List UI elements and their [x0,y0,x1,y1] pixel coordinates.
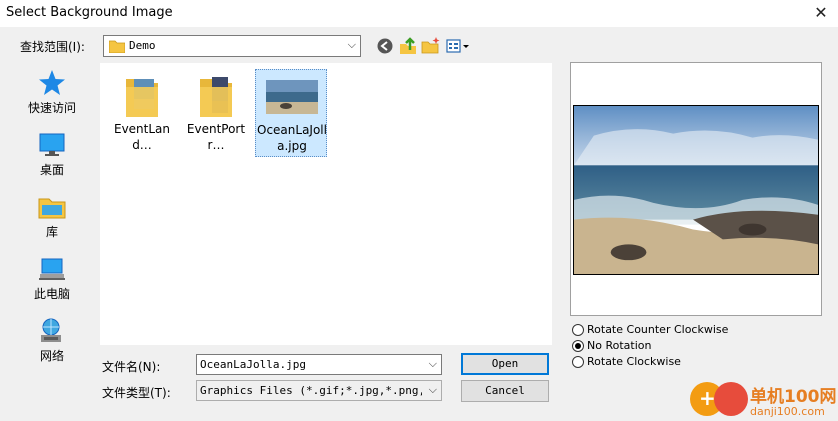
computer-icon [39,258,65,280]
filetype-select[interactable]: Graphics Files (*.gif;*.jpg,*.png,*.t ⌵ [196,380,442,401]
file-name: EventPortr… [186,122,246,152]
image-thumbnail [266,80,318,114]
radio-label: Rotate Counter Clockwise [587,323,729,336]
chevron-down-icon: ⌵ [347,38,356,51]
preview-image [573,105,819,275]
chevron-down-icon[interactable]: ⌵ [429,383,437,397]
back-icon[interactable] [375,36,395,56]
library-icon [38,198,66,219]
radio-rotate-cw[interactable]: Rotate Clockwise [572,354,681,369]
file-item[interactable]: EventPortr… [180,69,252,157]
up-folder-icon[interactable] [398,36,418,56]
filename-value: OceanLaJolla.jpg [200,358,306,371]
watermark-url: danji100.com [750,405,825,418]
portrait-folder-icon [200,77,232,117]
file-list[interactable]: EventLand… EventPortr… OceanLaJolla.jpg [100,63,552,345]
radio-button[interactable] [572,355,584,368]
plus-icon: + [699,386,716,410]
open-button[interactable]: Open [461,353,549,375]
file-name: EventLand… [113,122,171,152]
place-library[interactable]: 库 [8,187,96,245]
file-item[interactable]: EventLand… [106,69,178,157]
radio-rotate-ccw[interactable]: Rotate Counter Clockwise [572,322,728,337]
landscape-folder-icon [126,79,158,117]
place-label: 此电脑 [33,287,70,301]
preview-panel [570,62,822,316]
place-desktop[interactable]: 桌面 [8,125,96,183]
lookin-label: 查找范围(I): [20,40,85,54]
radio-no-rotation[interactable]: No Rotation [572,338,651,353]
window-title: Select Background Image [6,5,173,20]
place-label: 库 [45,225,58,239]
view-menu-icon[interactable] [445,36,471,56]
close-icon[interactable]: ✕ [810,2,832,24]
filetype-value: Graphics Files (*.gif;*.jpg,*.png,*.t [200,384,422,397]
folder-icon [109,40,125,53]
radio-label: No Rotation [587,339,652,352]
chevron-down-icon[interactable]: ⌵ [429,357,437,371]
star-icon [39,70,65,95]
place-label: 快速访问 [27,101,76,115]
places-bar: 快速访问 桌面 库 此电脑 网络 [8,63,96,373]
title-bar: Select Background Image ✕ [0,0,838,27]
place-label: 桌面 [39,163,64,177]
place-network[interactable]: 网络 [8,311,96,369]
place-quick-access[interactable]: 快速访问 [8,63,96,121]
file-item-selected[interactable]: OceanLaJolla.jpg [255,69,327,157]
desktop-icon [39,133,65,156]
radio-label: Rotate Clockwise [587,355,681,368]
lookin-value: Demo [129,39,156,52]
filename-label: 文件名(N): [102,360,161,374]
file-name: OceanLaJolla.jpg [257,123,327,153]
watermark-text: 单机100网 [750,387,837,407]
new-folder-icon[interactable] [421,36,441,56]
place-label: 网络 [39,349,64,363]
filetype-label: 文件类型(T): [102,386,171,400]
lookin-combo[interactable]: Demo ⌵ [103,35,361,57]
network-icon [41,318,61,342]
filename-field[interactable]: OceanLaJolla.jpg ⌵ [196,354,442,375]
watermark-logo: + 单机100网 danji100.com [690,378,838,421]
cancel-button[interactable]: Cancel [461,380,549,402]
radio-button[interactable] [572,323,584,336]
logo-circle [714,382,748,416]
radio-button-checked[interactable] [572,339,584,352]
place-this-pc[interactable]: 此电脑 [8,249,96,307]
